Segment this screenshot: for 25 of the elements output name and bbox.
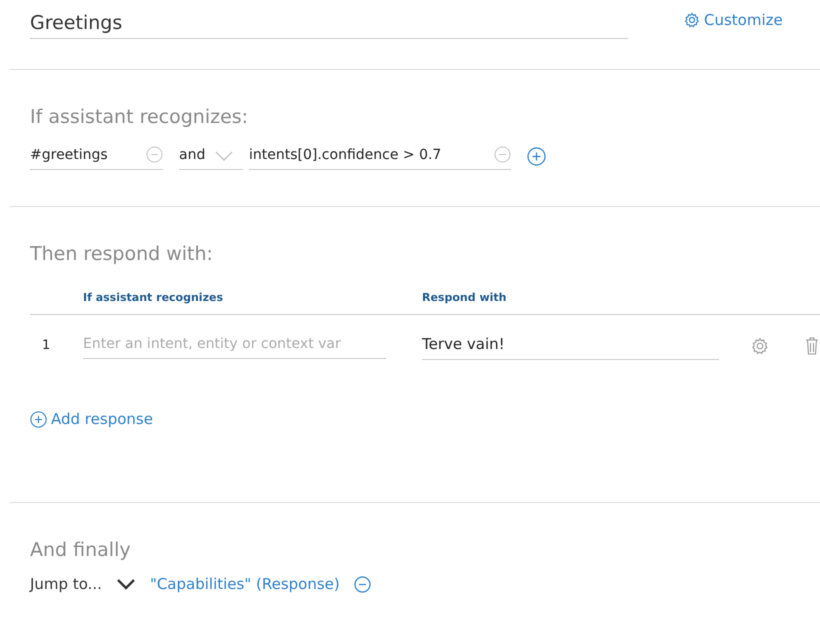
- remove-icon[interactable]: [146, 146, 163, 163]
- chevron-down-icon[interactable]: [116, 578, 136, 590]
- condition-field[interactable]: intents[0].confidence > 0.7: [249, 146, 442, 162]
- jump-target-link[interactable]: "Capabilities" (Response): [150, 575, 340, 593]
- remove-icon[interactable]: [494, 146, 511, 163]
- trash-icon[interactable]: [805, 336, 819, 354]
- settings-icon: [684, 12, 700, 28]
- row-number: 1: [41, 338, 52, 353]
- section-heading: And finally: [30, 538, 132, 561]
- condition-field[interactable]: #greetings: [30, 146, 108, 162]
- operator-dropdown[interactable]: and: [179, 142, 243, 170]
- add-icon[interactable]: [527, 146, 546, 166]
- remove-icon[interactable]: [354, 576, 371, 592]
- response-field[interactable]: Terve vain!: [422, 331, 719, 360]
- node-name-field[interactable]: Greetings: [30, 12, 628, 39]
- section-heading: Then respond with:: [30, 242, 214, 265]
- column-header: If assistant recognizes: [83, 291, 224, 304]
- column-header: Respond with: [422, 291, 506, 304]
- chevron-down-icon: [215, 151, 233, 161]
- section-heading: If assistant recognizes:: [30, 105, 250, 128]
- action-label: Jump to...: [30, 575, 102, 593]
- settings-icon[interactable]: [751, 336, 769, 354]
- add-icon: [30, 410, 47, 428]
- customize-link[interactable]: Customize: [684, 11, 783, 29]
- add-response-link[interactable]: Add response: [30, 410, 820, 428]
